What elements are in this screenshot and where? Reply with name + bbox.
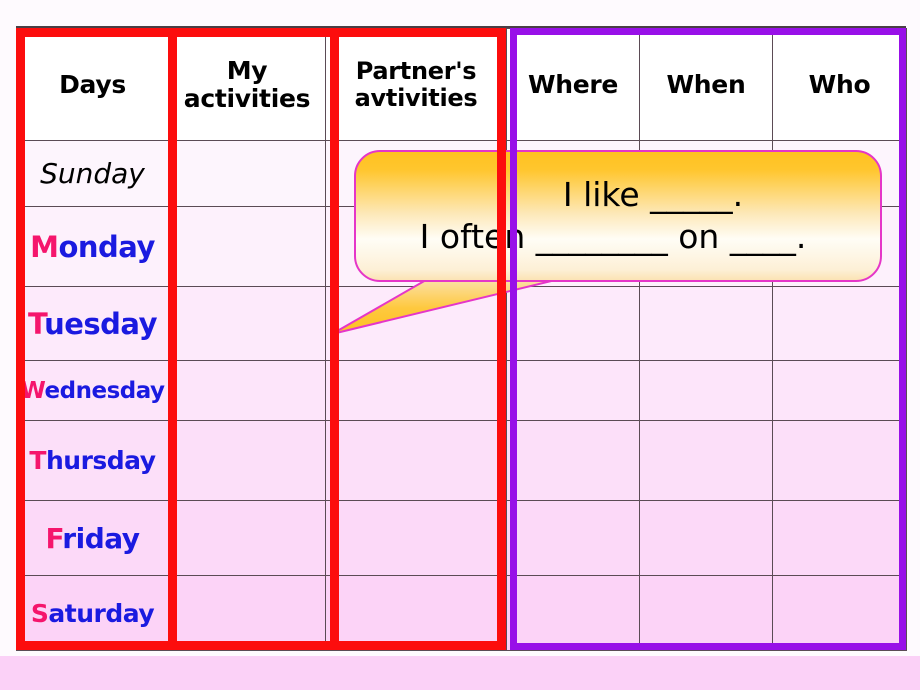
cell-partner-activities[interactable] (325, 420, 507, 501)
cell-my-activities[interactable] (168, 575, 326, 651)
cell-when[interactable] (639, 575, 773, 651)
header-my-activities: My activities (168, 28, 326, 141)
cell-when[interactable] (639, 500, 773, 576)
header-partner-activities-line1: Partner's (355, 56, 477, 85)
cell-partner-activities[interactable] (325, 575, 507, 651)
table-row: Thursday (16, 420, 907, 501)
cell-who[interactable] (772, 500, 907, 576)
table-header-row: Days My activities Partner's avtivities … (16, 28, 907, 141)
cell-who[interactable] (772, 360, 907, 421)
cell-when[interactable] (639, 360, 773, 421)
table-row: Friday (16, 500, 907, 576)
table-row: Saturday (16, 575, 907, 651)
cell-where[interactable] (506, 360, 640, 421)
header-where: Where (506, 28, 640, 141)
cell-my-activities[interactable] (168, 500, 326, 576)
day-label: Wednesday (20, 377, 166, 404)
cell-where[interactable] (506, 420, 640, 501)
speech-bubble[interactable]: I like _____. I often ________ on ____. (354, 150, 882, 282)
day-initial: W (20, 377, 45, 404)
day-label: Friday (45, 521, 140, 555)
cell-where[interactable] (506, 500, 640, 576)
day-initial: S (30, 598, 49, 628)
cell-my-activities[interactable] (168, 360, 326, 421)
header-where-label: Where (527, 69, 619, 99)
day-initial: T (29, 446, 46, 475)
speech-bubble-line-1: I like _____. (562, 174, 744, 214)
table-top-cap-line (16, 26, 906, 28)
day-initial: M (30, 229, 59, 264)
header-partner-activities-line2: avtivities (354, 83, 478, 112)
day-label: Sunday (40, 157, 145, 190)
header-when: When (639, 28, 773, 141)
cell-partner-activities[interactable] (325, 286, 507, 361)
speech-bubble-line-2: I often ________ on ____. (419, 217, 807, 256)
cell-when[interactable] (639, 286, 773, 361)
header-partner-activities: Partner's avtivities (325, 28, 507, 141)
cell-who[interactable] (772, 286, 907, 361)
day-rest: ednesday (44, 377, 166, 404)
header-who-label: Who (808, 69, 871, 99)
cell-who[interactable] (772, 420, 907, 501)
header-when-label: When (666, 69, 746, 99)
day-rest: uesday (44, 306, 158, 341)
header-my-activities-line1: My (226, 55, 268, 85)
cell-where[interactable] (506, 575, 640, 651)
day-rest: aturday (48, 598, 155, 628)
cell-when[interactable] (639, 420, 773, 501)
cell-who[interactable] (772, 575, 907, 651)
worksheet-slide: Days My activities Partner's avtivities … (0, 0, 920, 690)
cell-where[interactable] (506, 286, 640, 361)
table-row: Wednesday (16, 360, 907, 421)
activities-table-wrap: Days My activities Partner's avtivities … (16, 28, 907, 651)
cell-day-wednesday: Wednesday (16, 360, 169, 421)
cell-day-tuesday: Tuesday (16, 286, 169, 361)
cell-day-monday: Monday (16, 206, 169, 287)
header-days-label: Days (59, 69, 126, 99)
day-label: Monday (30, 230, 155, 264)
day-rest: hursday (45, 446, 156, 475)
day-label: Saturday (30, 598, 155, 628)
header-days: Days (16, 28, 169, 141)
cell-my-activities[interactable] (168, 140, 326, 207)
table-row: Tuesday (16, 286, 907, 361)
day-rest: onday (58, 229, 155, 264)
cell-my-activities[interactable] (168, 206, 326, 287)
speech-bubble-text: I like _____. I often ________ on ____. (356, 152, 880, 280)
day-initial: F (45, 521, 63, 555)
day-label: Thursday (29, 446, 156, 475)
activities-table: Days My activities Partner's avtivities … (16, 28, 907, 651)
cell-day-sunday: Sunday (16, 140, 169, 207)
header-my-activities-line2: activities (183, 83, 311, 113)
cell-my-activities[interactable] (168, 286, 326, 361)
day-label: Tuesday (27, 306, 158, 341)
header-who: Who (772, 28, 907, 141)
cell-day-saturday: Saturday (16, 575, 169, 651)
day-initial: T (27, 306, 45, 341)
cell-day-thursday: Thursday (16, 420, 169, 501)
day-rest: riday (62, 521, 140, 555)
cell-partner-activities[interactable] (325, 500, 507, 576)
cell-partner-activities[interactable] (325, 360, 507, 421)
cell-day-friday: Friday (16, 500, 169, 576)
cell-my-activities[interactable] (168, 420, 326, 501)
